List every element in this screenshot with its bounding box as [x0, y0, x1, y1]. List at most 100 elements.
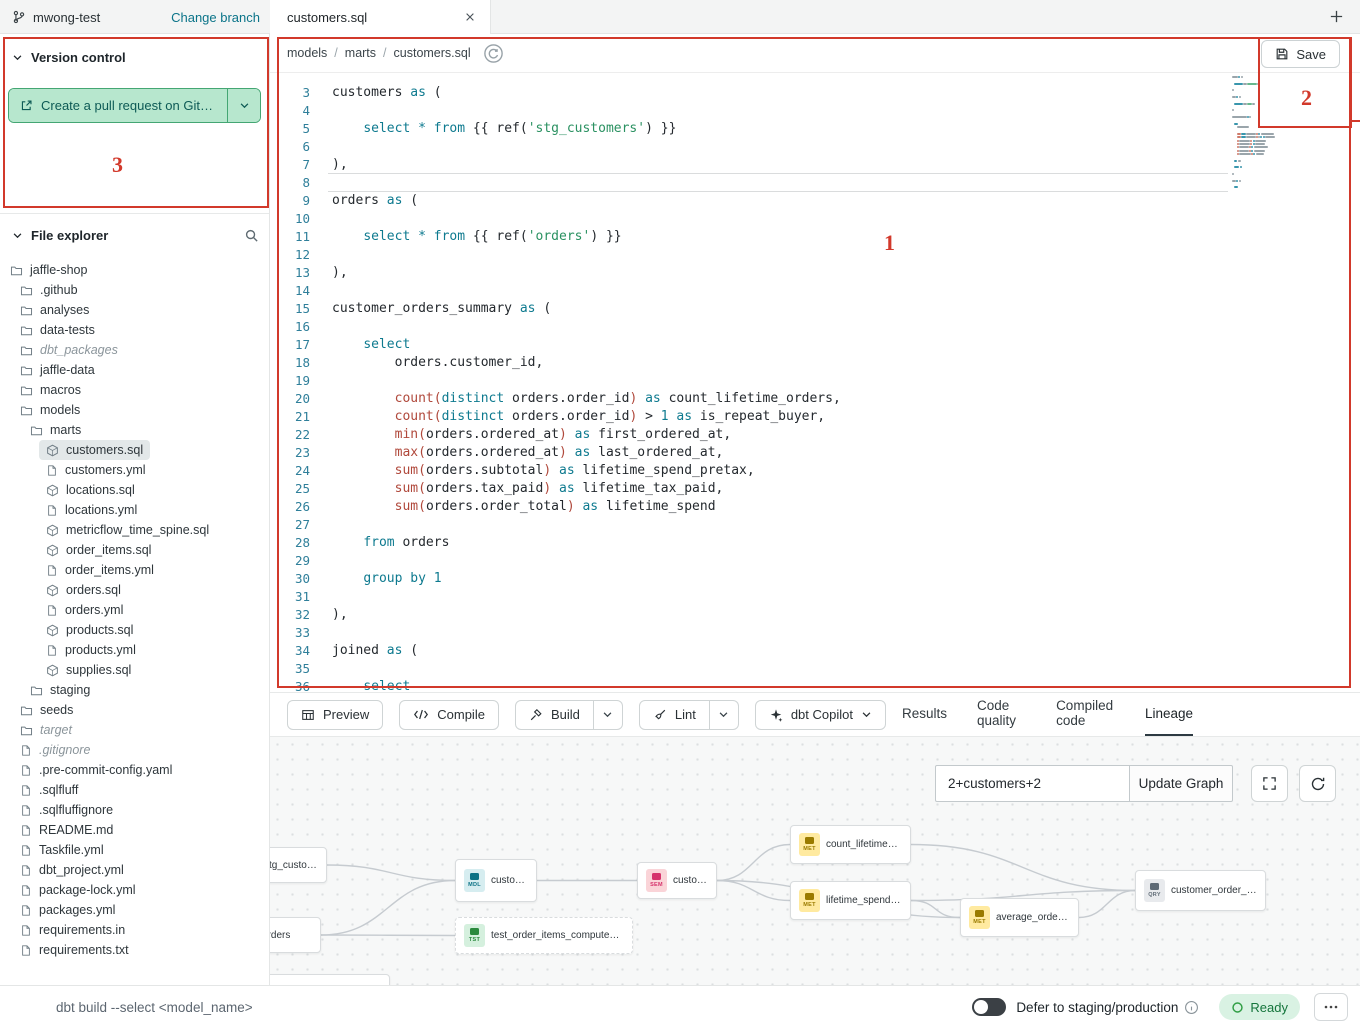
create-pr-dropdown[interactable] [227, 89, 260, 122]
lint-button[interactable]: Lint [639, 700, 710, 730]
code-line[interactable] [332, 516, 841, 534]
code-line[interactable]: customer_orders_summary as ( [332, 300, 841, 318]
tree-item-orders.yml[interactable]: orders.yml [0, 600, 269, 620]
tree-item-target[interactable]: target [0, 720, 269, 740]
tree-item-staging[interactable]: staging [0, 680, 269, 700]
tree-item-dbt_project.yml[interactable]: dbt_project.yml [0, 860, 269, 880]
tree-item-order_items.yml[interactable]: order_items.yml [0, 560, 269, 580]
code-line[interactable]: customers as ( [332, 84, 841, 102]
tree-item-supplies.sql[interactable]: supplies.sql [0, 660, 269, 680]
tree-item-orders.sql[interactable]: orders.sql [0, 580, 269, 600]
close-tab-icon[interactable] [464, 11, 476, 23]
defer-toggle[interactable] [972, 998, 1006, 1016]
tree-item-requirements.in[interactable]: requirements.in [0, 920, 269, 940]
build-dropdown[interactable] [594, 700, 623, 730]
lineage-node-orders[interactable]: MDLorders [270, 917, 321, 953]
breadcrumb-customers-sql[interactable]: customers.sql [394, 46, 471, 60]
tree-item-Taskfile.yml[interactable]: Taskfile.yml [0, 840, 269, 860]
preview-button[interactable]: Preview [287, 700, 383, 730]
code-line[interactable] [332, 138, 841, 156]
code-line[interactable] [332, 102, 841, 120]
code-line[interactable]: count(distinct orders.order_id) > 1 as i… [332, 408, 841, 426]
code-line[interactable]: select [332, 336, 841, 354]
code-line[interactable] [332, 282, 841, 300]
lineage-search-input[interactable] [935, 765, 1130, 802]
refresh-circle-icon[interactable] [483, 43, 504, 64]
search-icon[interactable] [244, 228, 259, 243]
code-line[interactable]: select * from {{ ref('stg_customers') }} [332, 120, 841, 138]
tree-item-analyses[interactable]: analyses [0, 300, 269, 320]
lineage-node-customers_semantic[interactable]: SEMcustomers [637, 862, 717, 899]
tree-item-.gitignore[interactable]: .gitignore [0, 740, 269, 760]
code-line[interactable]: ), [332, 156, 841, 174]
breadcrumb-marts[interactable]: marts [345, 46, 376, 60]
code-line[interactable]: select [332, 678, 841, 692]
lineage-node-customers_model[interactable]: MDLcustomers [455, 859, 537, 902]
fullscreen-button[interactable] [1251, 765, 1288, 802]
tree-item-README.md[interactable]: README.md [0, 820, 269, 840]
info-icon[interactable] [1184, 1000, 1199, 1015]
code-line[interactable] [332, 552, 841, 570]
tab-compiled-code[interactable]: Compiled code [1056, 693, 1115, 737]
compile-button[interactable]: Compile [399, 700, 499, 730]
tree-item-customers.yml[interactable]: customers.yml [0, 460, 269, 480]
code-line[interactable] [332, 660, 841, 678]
dbt-copilot-button[interactable]: dbt Copilot [755, 700, 886, 730]
tree-item-metricflow_time_spine.sql[interactable]: metricflow_time_spine.sql [0, 520, 269, 540]
new-tab-button[interactable] [1329, 9, 1344, 24]
code-line[interactable]: ), [332, 264, 841, 282]
code-line[interactable]: joined as ( [332, 642, 841, 660]
tree-item-jaffle-data[interactable]: jaffle-data [0, 360, 269, 380]
save-button[interactable]: Save [1261, 40, 1340, 68]
code-line[interactable] [332, 588, 841, 606]
update-graph-button[interactable]: Update Graph [1130, 765, 1233, 802]
tree-item-seeds[interactable]: seeds [0, 700, 269, 720]
lineage-node-stg_customers[interactable]: MDLstg_customers [270, 847, 327, 883]
tree-item-marts[interactable]: marts [0, 420, 269, 440]
code-line[interactable]: select * from {{ ref('orders') }} [332, 228, 841, 246]
code-line[interactable]: count(distinct orders.order_id) as count… [332, 390, 841, 408]
tree-item-macros[interactable]: macros [0, 380, 269, 400]
create-pr-button[interactable]: Create a pull request on Git… [9, 89, 227, 122]
tree-item-.pre-commit-config.yaml[interactable]: .pre-commit-config.yaml [0, 760, 269, 780]
tab-customers-sql[interactable]: customers.sql [270, 0, 491, 34]
change-branch-link[interactable]: Change branch [171, 10, 260, 25]
tree-item-jaffle-shop[interactable]: jaffle-shop [0, 260, 269, 280]
lineage-node-lifetime_spend_pretax[interactable]: METlifetime_spend_pretax [790, 881, 911, 920]
code-line[interactable]: max(orders.ordered_at) as last_ordered_a… [332, 444, 841, 462]
tree-item-data-tests[interactable]: data-tests [0, 320, 269, 340]
code-content[interactable]: customers as ( select * from {{ ref('stg… [332, 84, 841, 692]
lineage-node-customer_order_metrics[interactable]: QRYcustomer_order_metrics [1135, 870, 1266, 911]
tree-item-packages.yml[interactable]: packages.yml [0, 900, 269, 920]
minimap[interactable] [1232, 76, 1318, 190]
tree-item-models[interactable]: models [0, 400, 269, 420]
version-control-header[interactable]: Version control [12, 50, 126, 65]
tree-item-products.sql[interactable]: products.sql [0, 620, 269, 640]
file-explorer-toggle[interactable]: File explorer [12, 228, 108, 243]
lineage-node-test_order_items[interactable]: TSTtest_order_items_compute_to_bools… [455, 917, 633, 954]
lineage-node-partial_node[interactable] [270, 974, 390, 985]
refresh-graph-button[interactable] [1299, 765, 1336, 802]
tab-lineage[interactable]: Lineage [1145, 693, 1193, 737]
code-line[interactable]: orders.customer_id, [332, 354, 841, 372]
code-line[interactable]: group by 1 [332, 570, 841, 588]
tree-item-package-lock.yml[interactable]: package-lock.yml [0, 880, 269, 900]
code-line[interactable]: sum(orders.subtotal) as lifetime_spend_p… [332, 462, 841, 480]
tree-item-locations.sql[interactable]: locations.sql [0, 480, 269, 500]
lineage-node-count_lifetime_orders[interactable]: METcount_lifetime_orders [790, 825, 911, 864]
breadcrumb-models[interactable]: models [287, 46, 327, 60]
code-line[interactable] [332, 624, 841, 642]
tree-item-customers.sql[interactable]: customers.sql [0, 440, 269, 460]
tab-code-quality[interactable]: Code quality [977, 693, 1026, 737]
code-line[interactable]: from orders [332, 534, 841, 552]
tree-item-locations.yml[interactable]: locations.yml [0, 500, 269, 520]
tab-results[interactable]: Results [902, 693, 947, 737]
tree-item-products.yml[interactable]: products.yml [0, 640, 269, 660]
code-line[interactable]: orders as ( [332, 192, 841, 210]
tree-item-dbt_packages[interactable]: dbt_packages [0, 340, 269, 360]
code-line[interactable]: sum(orders.tax_paid) as lifetime_tax_pai… [332, 480, 841, 498]
tree-item-requirements.txt[interactable]: requirements.txt [0, 940, 269, 960]
tree-item-.github[interactable]: .github [0, 280, 269, 300]
code-line[interactable] [332, 174, 841, 192]
code-line[interactable] [332, 318, 841, 336]
